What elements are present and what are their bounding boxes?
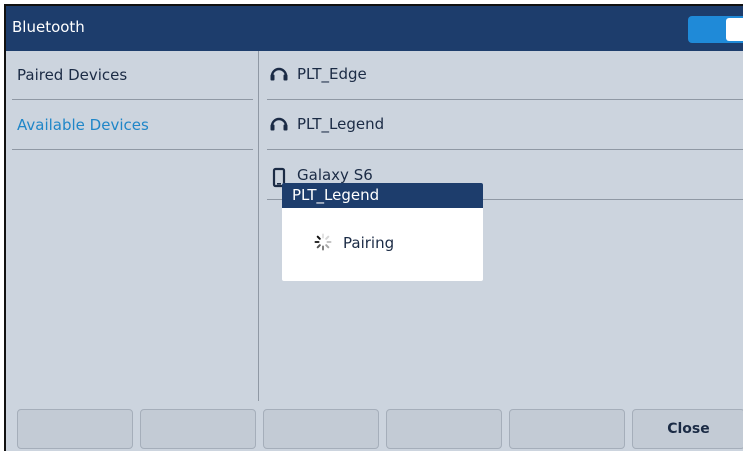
toggle-knob	[726, 18, 743, 41]
spinner-icon	[314, 233, 332, 251]
menu-item-label: Paired Devices	[17, 66, 128, 84]
softkey-bar: Close	[6, 403, 743, 451]
page-title: Bluetooth	[12, 18, 85, 36]
dialog-message: Pairing	[343, 234, 395, 252]
device-row-plt-legend[interactable]: PLT_Legend	[267, 101, 743, 150]
softkey-5[interactable]	[509, 409, 625, 449]
device-row-plt-edge[interactable]: PLT_Edge	[267, 51, 743, 100]
softkey-1[interactable]	[17, 409, 133, 449]
phone-screen: Bluetooth Paired Devices Available Devic…	[4, 4, 743, 451]
bluetooth-toggle[interactable]	[688, 16, 743, 43]
softkey-2[interactable]	[140, 409, 256, 449]
softkey-4[interactable]	[386, 409, 502, 449]
title-bar: Bluetooth	[6, 6, 743, 51]
pairing-dialog: PLT_Legend Pairing	[282, 183, 483, 281]
softkey-3[interactable]	[263, 409, 379, 449]
device-name: Galaxy S6	[297, 166, 373, 184]
menu-item-paired-devices[interactable]: Paired Devices	[12, 51, 253, 100]
left-menu: Paired Devices Available Devices	[6, 51, 258, 401]
dialog-header: PLT_Legend	[282, 183, 483, 208]
close-button[interactable]: Close	[632, 409, 743, 449]
menu-item-available-devices[interactable]: Available Devices	[12, 101, 253, 150]
device-name: PLT_Edge	[297, 65, 367, 83]
dialog-title: PLT_Legend	[292, 186, 380, 204]
device-name: PLT_Legend	[297, 115, 385, 133]
headset-icon	[270, 117, 288, 131]
menu-item-label: Available Devices	[17, 116, 149, 134]
headset-icon	[270, 67, 288, 81]
